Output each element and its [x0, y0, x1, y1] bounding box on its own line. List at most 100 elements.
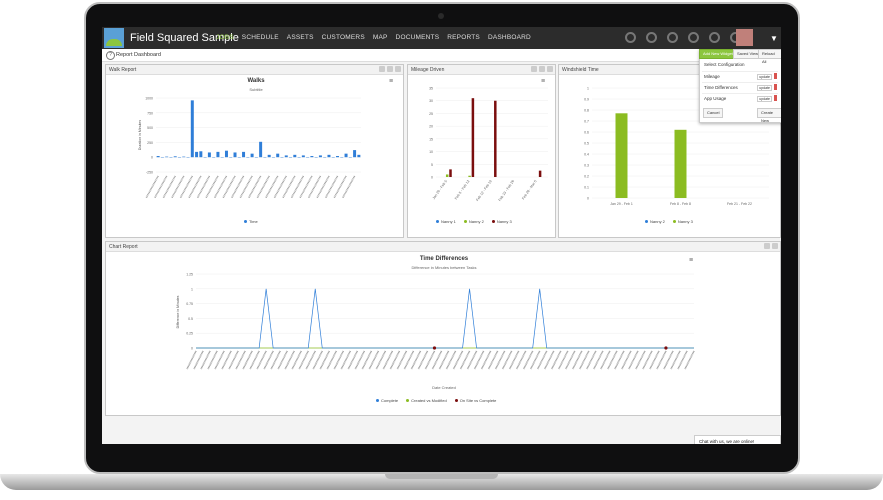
legend-item[interactable]: On Site vs Complete	[454, 398, 496, 403]
bar	[224, 150, 228, 158]
report-subbar: ? Report Dashboard	[102, 49, 781, 62]
y-tick-label: 0.7	[584, 120, 589, 124]
y-tick-label: 0.1	[584, 186, 589, 190]
nav-documents[interactable]: DOCUMENTS	[396, 34, 440, 41]
bar	[284, 155, 288, 158]
bar	[445, 174, 449, 177]
legend-item[interactable]: Nanny 1	[436, 219, 456, 224]
x-tick-label: Jan 29 - Feb 5	[432, 179, 448, 200]
avatar[interactable]	[736, 29, 753, 46]
help-icon[interactable]	[646, 32, 657, 43]
nav-jobs[interactable]: JOBS	[216, 34, 234, 41]
y-tick-label: 25	[429, 112, 433, 116]
x-tick-label: Feb 12 - Feb 19	[475, 179, 493, 202]
create-new-button[interactable]: Create New	[757, 108, 781, 123]
delete-icon[interactable]	[774, 73, 777, 79]
bar	[216, 151, 220, 158]
x-tick-label: Feb 5 - Feb 12	[454, 179, 470, 200]
x-tick-label: Jan 29 - Feb 1	[610, 202, 633, 206]
bar	[674, 129, 687, 198]
y-tick-label: 0.6	[584, 131, 589, 135]
laptop-notch	[385, 474, 498, 479]
nav-map[interactable]: MAP	[373, 34, 388, 41]
y-tick-label: 250	[147, 141, 153, 145]
y-tick-label: 0.9	[584, 98, 589, 102]
cancel-button[interactable]: Cancel	[703, 108, 724, 118]
chat-widget[interactable]: Chat with us, we are online!	[694, 435, 781, 444]
update-button[interactable]: update	[757, 95, 772, 102]
mileage-panel: Mileage Driven ≡ 35 30 25 20 15 10 5 0 Jan 29 - …	[407, 64, 556, 238]
legend-item[interactable]: Nanny 2	[463, 219, 484, 224]
config-item-time-differences[interactable]: Time Differences update	[702, 82, 778, 92]
refresh-icon[interactable]	[667, 32, 678, 43]
chart-legend: Time	[244, 219, 258, 224]
top-navbar: Field Squared Sample JOBS SCHEDULE ASSET…	[102, 27, 781, 49]
y-tick-label: 5	[431, 163, 433, 167]
legend-item[interactable]: Nanny 3	[672, 219, 693, 224]
x-axis-label: Date Created	[432, 385, 456, 390]
config-item-app-usage[interactable]: App Usage update	[702, 93, 778, 103]
config-label: Time Differences	[704, 85, 738, 90]
legend-item[interactable]: Nanny 3	[491, 219, 512, 224]
legend-item[interactable]: Created vs Modified	[406, 398, 447, 403]
update-button[interactable]: update	[757, 84, 772, 91]
bar	[344, 153, 348, 158]
data-point	[432, 346, 437, 350]
walks-chart: 1000 750 500 250 0 -250 Duration in Minutes	[138, 97, 361, 199]
x-tick-label: Feb 26 - Mar 5	[521, 179, 537, 200]
y-tick-label: 1.25	[186, 273, 193, 277]
question-icon[interactable]: ?	[106, 51, 115, 60]
dropdown-heading: Select Configuration	[704, 62, 745, 67]
y-tick-label: 500	[147, 126, 153, 130]
y-tick-label: 0.5	[584, 142, 589, 146]
y-tick-label: 0	[191, 347, 193, 351]
legend-item[interactable]: Time	[244, 219, 258, 224]
bar	[207, 152, 211, 158]
bar	[276, 153, 280, 158]
bar	[471, 98, 475, 177]
recycle-icon[interactable]	[688, 32, 699, 43]
nav-assets[interactable]: ASSETS	[287, 34, 314, 41]
y-tick-label: -250	[146, 171, 153, 175]
logo-icon[interactable]	[104, 28, 124, 48]
config-label: App Usage	[704, 96, 727, 101]
chart-report-panel: Chart Report Time Differences Difference…	[105, 241, 781, 416]
bar	[327, 154, 331, 158]
x-tick-label: Feb 21 - Feb 22	[727, 202, 752, 206]
y-tick-label: 750	[147, 111, 153, 115]
x-tick-label: Feb 19 - Feb 26	[498, 179, 516, 202]
y-tick-label: 0.3	[584, 164, 589, 168]
toolbar-icons	[625, 32, 741, 43]
search-icon[interactable]	[709, 32, 720, 43]
data-point	[664, 346, 668, 350]
chart-legend: Complete Created vs Modified On Site vs …	[376, 398, 496, 403]
delete-icon[interactable]	[774, 95, 777, 101]
config-item-mileage[interactable]: Mileage update	[702, 71, 778, 81]
delete-icon[interactable]	[774, 84, 777, 90]
bar	[267, 154, 271, 158]
y-axis-label: Duration in Minutes	[138, 120, 142, 150]
reload-all-button[interactable]: Reload All	[758, 49, 781, 64]
y-tick-label: 1	[587, 87, 589, 91]
y-tick-label: 0	[587, 197, 589, 201]
add-widget-button[interactable]: Add New Widget	[699, 49, 737, 59]
main-nav: JOBS SCHEDULE ASSETS CUSTOMERS MAP DOCUM…	[216, 34, 531, 41]
chat-icon[interactable]	[625, 32, 636, 43]
bar	[449, 169, 452, 177]
caret-down-icon[interactable]: ▼	[770, 34, 778, 43]
nav-dashboard[interactable]: DASHBOARD	[488, 34, 531, 41]
nav-customers[interactable]: CUSTOMERS	[322, 34, 365, 41]
bar	[199, 151, 203, 158]
bar	[182, 156, 186, 158]
app-screen: Field Squared Sample JOBS SCHEDULE ASSET…	[102, 27, 781, 444]
legend-item[interactable]: Nanny 2	[645, 219, 665, 224]
bar	[357, 154, 361, 158]
bar	[259, 141, 263, 158]
y-tick-label: 0.25	[186, 332, 193, 336]
nav-schedule[interactable]: SCHEDULE	[242, 34, 279, 41]
legend-item[interactable]: Complete	[376, 398, 398, 403]
y-tick-label: 15	[429, 137, 433, 141]
update-button[interactable]: update	[757, 73, 772, 80]
nav-reports[interactable]: REPORTS	[447, 34, 480, 41]
y-axis-label: Difference in Minutes	[176, 295, 180, 328]
